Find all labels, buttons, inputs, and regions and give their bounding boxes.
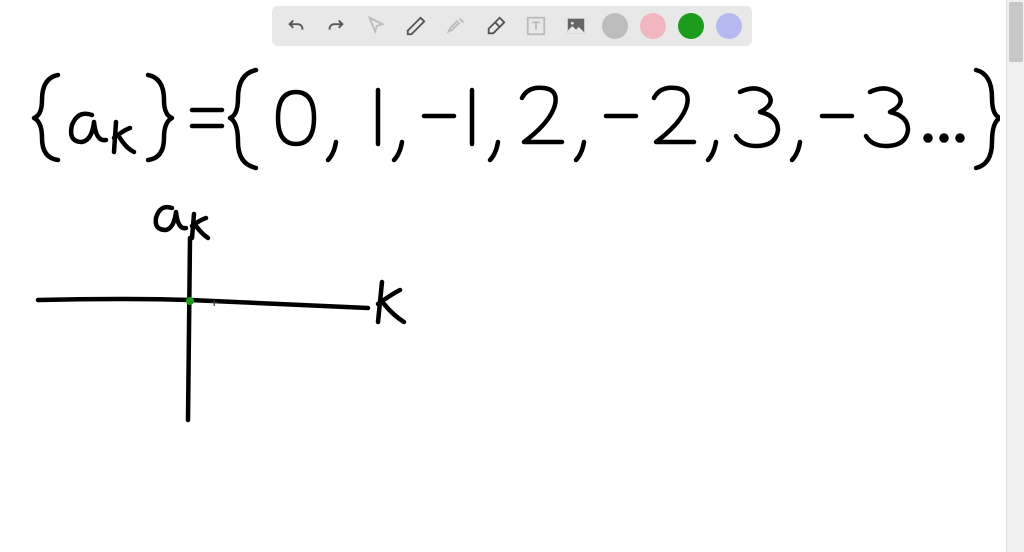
scrollbar-thumb[interactable] <box>1009 2 1023 62</box>
image-icon <box>565 15 587 37</box>
image-button[interactable] <box>562 12 590 40</box>
redo-button[interactable] <box>322 12 350 40</box>
text-icon <box>525 15 547 37</box>
eraser-icon <box>485 15 507 37</box>
color-lavender[interactable] <box>716 13 742 39</box>
undo-icon <box>285 15 307 37</box>
handwritten-equation <box>20 60 1000 180</box>
tools-button[interactable] <box>442 12 470 40</box>
eraser-button[interactable] <box>482 12 510 40</box>
drawing-canvas[interactable]: + {aₖ} = {0, 1, -1, 2, -2, 3, -3 . . . }… <box>0 0 1006 552</box>
vertical-scrollbar[interactable] <box>1006 0 1024 552</box>
pointer-button[interactable] <box>362 12 390 40</box>
cursor-crosshair: + <box>210 295 218 311</box>
text-button[interactable] <box>522 12 550 40</box>
coordinate-axes <box>20 190 440 450</box>
color-green[interactable] <box>678 13 704 39</box>
tools-icon <box>445 15 467 37</box>
drawing-toolbar <box>272 6 752 46</box>
redo-icon <box>325 15 347 37</box>
origin-point <box>186 297 194 305</box>
color-gray[interactable] <box>602 13 628 39</box>
color-pink[interactable] <box>640 13 666 39</box>
undo-button[interactable] <box>282 12 310 40</box>
pointer-icon <box>365 15 387 37</box>
pencil-button[interactable] <box>402 12 430 40</box>
pencil-icon <box>405 15 427 37</box>
